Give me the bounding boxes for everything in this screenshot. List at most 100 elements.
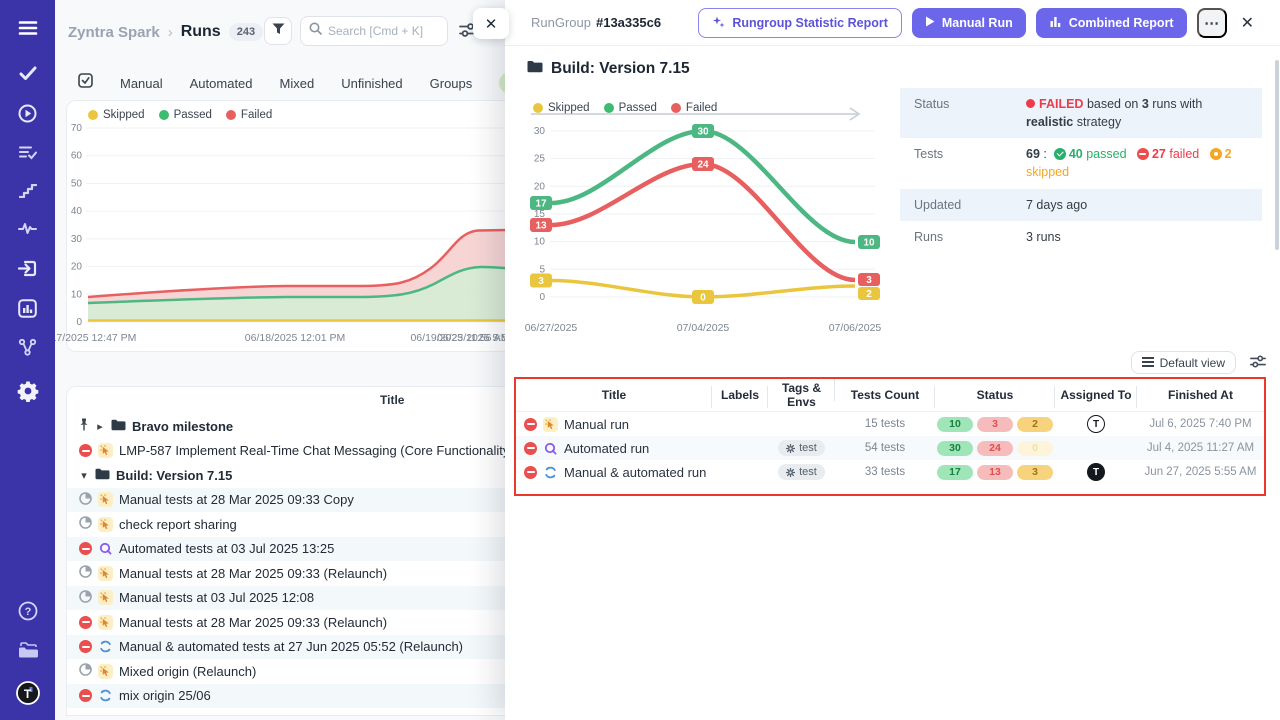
summary-row-tests: Tests 69 : 40 passed 27 failed 2 skipped: [900, 138, 1262, 188]
funnel-icon: [272, 22, 285, 40]
drawer-close-button[interactable]: ✕: [1241, 13, 1254, 33]
list-item[interactable]: Manual & automated tests at 27 Jun 2025 …: [67, 635, 561, 660]
list-item-milestone[interactable]: ▸ Bravo milestone: [67, 414, 561, 439]
tab-automated[interactable]: Automated: [190, 76, 253, 91]
default-view-button[interactable]: Default view: [1131, 351, 1236, 374]
settings-gear-icon[interactable]: [0, 380, 55, 402]
manual-run-icon: [98, 492, 113, 507]
panel-close-button[interactable]: ✕: [473, 8, 509, 39]
list-item[interactable]: Manual tests at 03 Jul 2025 12:08: [67, 586, 561, 611]
mixed-run-icon: [98, 639, 113, 654]
caret-down-icon[interactable]: ▾: [79, 469, 89, 482]
drawer-header: RunGroup #13a335c6 Rungroup Statistic Re…: [505, 0, 1280, 46]
svg-text:60: 60: [71, 151, 83, 162]
folder-icon: [527, 60, 543, 78]
list-item[interactable]: Manual tests at 28 Mar 2025 09:33 (Relau…: [67, 610, 561, 635]
manual-run-icon: [98, 615, 113, 630]
x-axis-label: 06/18/2025 12:01 PM: [245, 332, 345, 344]
imports-icon[interactable]: [0, 260, 55, 277]
caret-right-icon[interactable]: ▸: [95, 420, 105, 433]
analytics-icon[interactable]: [0, 299, 55, 318]
rungroup-label: RunGroup: [531, 15, 591, 30]
list-item-milestone-open[interactable]: ▾ Build: Version 7.15: [67, 463, 561, 488]
svg-text:70: 70: [71, 123, 83, 134]
rungroup-statistic-report-button[interactable]: Rungroup Statistic Report: [698, 8, 902, 38]
legend-passed: Passed: [159, 109, 212, 121]
in-progress-status-icon: [79, 663, 92, 679]
activity-icon[interactable]: [0, 222, 55, 235]
svg-text:3: 3: [866, 275, 872, 286]
failed-minus-icon: [1137, 148, 1149, 160]
manual-run-icon: [98, 566, 113, 581]
milestones-icon[interactable]: [0, 184, 55, 198]
breadcrumb-app[interactable]: Zyntra Spark: [68, 24, 160, 41]
table-settings-icon[interactable]: [1250, 354, 1266, 374]
list-item[interactable]: check report sharing: [67, 512, 561, 537]
tab-manual[interactable]: Manual: [120, 76, 163, 91]
list-item[interactable]: Automated tests at 03 Jul 2025 13:25: [67, 537, 561, 562]
failed-dot-icon: [1026, 99, 1035, 108]
breadcrumb: Zyntra Spark › Runs 243: [68, 18, 263, 46]
legend-skipped: Skipped: [533, 102, 590, 114]
manual-run-icon: [98, 664, 113, 679]
folder-icon: [111, 419, 126, 434]
x-axis-label: 07/06/2025: [829, 322, 882, 334]
passed-check-icon: [1054, 148, 1066, 160]
list-item[interactable]: Mixed origin (Relaunch): [67, 659, 561, 684]
svg-text:40: 40: [71, 206, 83, 217]
svg-text:25: 25: [534, 154, 546, 165]
in-progress-status-icon: [79, 492, 92, 508]
legend-skipped: Skipped: [88, 109, 145, 121]
updated-value: 7 days ago: [1026, 196, 1248, 214]
scrollbar-thumb[interactable]: [1275, 60, 1279, 250]
filter-button[interactable]: [264, 17, 292, 45]
passed-dot-icon: [604, 103, 614, 113]
list-item[interactable]: Manual tests at 28 Mar 2025 09:33 (Relau…: [67, 561, 561, 586]
tab-unfinished[interactable]: Unfinished: [341, 76, 402, 91]
failed-status-icon: [79, 689, 92, 702]
svg-text:10: 10: [863, 238, 875, 249]
list-item[interactable]: LMP-587 Implement Real-Time Chat Messagi…: [67, 439, 561, 464]
more-actions-button[interactable]: ⋯: [1197, 8, 1227, 38]
sparkles-icon: [712, 15, 725, 31]
legend-passed: Passed: [604, 102, 657, 114]
select-all-icon[interactable]: [78, 73, 93, 93]
chart-legend: Skipped Passed Failed: [533, 102, 717, 114]
combined-report-button[interactable]: Combined Report: [1036, 8, 1187, 38]
skipped-dot-icon: [88, 110, 98, 120]
menu-icon[interactable]: [0, 20, 55, 36]
legend-failed: Failed: [226, 109, 272, 121]
plans-icon[interactable]: [0, 145, 55, 160]
x-axis-label: 07/04/2025: [677, 322, 730, 334]
svg-text:50: 50: [71, 178, 83, 189]
close-icon: ✕: [485, 15, 498, 33]
help-icon[interactable]: ?: [0, 601, 55, 621]
drawer-actions: Rungroup Statistic Report Manual Run Com…: [698, 8, 1254, 38]
search-input[interactable]: [328, 24, 428, 38]
manual-run-button[interactable]: Manual Run: [912, 8, 1026, 38]
runs-filter-tabs: Manual Automated Mixed Unfinished Groups…: [78, 70, 567, 96]
search-box[interactable]: [300, 16, 448, 46]
pin-icon: [79, 418, 89, 434]
list-item[interactable]: mix origin 25/06: [67, 684, 561, 709]
svg-text:17: 17: [535, 199, 547, 210]
summary-row-updated: Updated 7 days ago: [900, 189, 1262, 221]
x-axis-label: 06/27/2025: [525, 322, 578, 334]
workflows-icon[interactable]: [0, 338, 55, 357]
summary-row-runs: Runs 3 runs: [900, 221, 1262, 253]
svg-text:30: 30: [71, 234, 83, 245]
test-cases-icon[interactable]: [0, 66, 55, 81]
svg-text:10: 10: [534, 237, 546, 248]
svg-text:0: 0: [700, 293, 706, 304]
user-avatar[interactable]: T: [0, 681, 55, 705]
tab-mixed[interactable]: Mixed: [280, 76, 315, 91]
svg-text:2: 2: [866, 289, 872, 300]
tab-groups[interactable]: Groups: [430, 76, 473, 91]
list-view-icon: [1142, 356, 1154, 370]
bar-chart-icon: [1049, 15, 1062, 31]
svg-text:13: 13: [535, 221, 547, 232]
projects-folder-icon[interactable]: [0, 641, 55, 659]
svg-text:0: 0: [539, 292, 545, 303]
list-item[interactable]: Manual tests at 28 Mar 2025 09:33 Copy: [67, 488, 561, 513]
runs-icon[interactable]: [0, 104, 55, 123]
